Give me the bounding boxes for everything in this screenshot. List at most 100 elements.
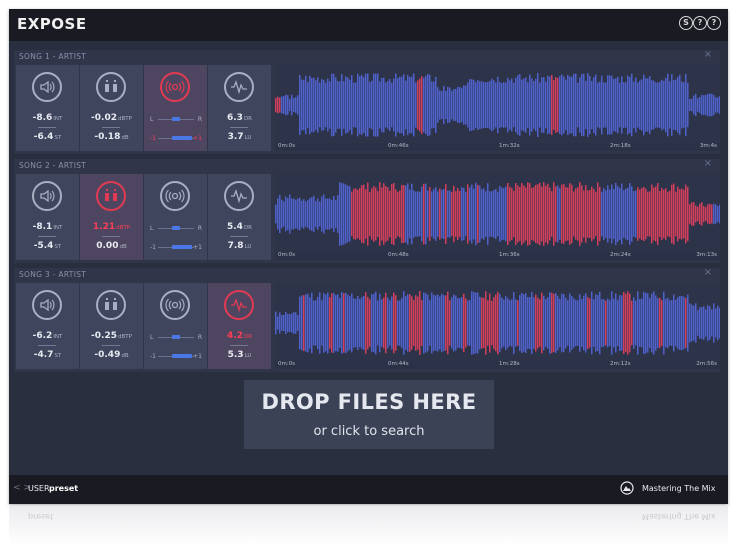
- divider: [230, 345, 248, 346]
- preset-user-label[interactable]: USER: [28, 484, 50, 493]
- loudness-panel[interactable]: -6.2INT -4.7ST: [16, 283, 79, 369]
- gain-value: -0.18dB: [94, 132, 129, 142]
- loudness-panel[interactable]: -8.6INT -6.4ST: [16, 65, 79, 151]
- dynamics-panel[interactable]: 6.3DR 3.7LU: [208, 65, 271, 151]
- timestamp: 0m:0s: [278, 252, 296, 258]
- divider: [230, 236, 248, 237]
- bottom-bar: < > USER preset Mastering The Mix: [9, 475, 728, 504]
- loudness-panel[interactable]: -8.1INT -5.4ST: [16, 174, 79, 260]
- stereo-panel[interactable]: L R -1 +1: [144, 65, 207, 151]
- true-peak-panel[interactable]: 1.21dBTP 0.00dB: [80, 174, 143, 260]
- divider: [102, 127, 120, 128]
- timestamp: 3m:13s: [696, 252, 717, 258]
- timestamp: 2m:24s: [610, 252, 631, 258]
- true-peak-panel[interactable]: -0.25dBTP -0.49dB: [80, 283, 143, 369]
- timestamp: 1m:36s: [499, 252, 520, 258]
- pause-icon: [96, 290, 126, 320]
- correlation-meter: -1 +1: [150, 135, 202, 142]
- correlation-meter: -1 +1: [150, 244, 202, 251]
- dynamics-panel[interactable]: 4.2DR 5.3LU: [208, 283, 271, 369]
- stereo-field-icon: [160, 72, 190, 102]
- waveform-icon: [224, 181, 254, 211]
- balance-meter: L R: [150, 334, 202, 341]
- song-title: SONG 2 - ARTIST: [19, 161, 87, 170]
- pause-icon: [96, 181, 126, 211]
- preset-name[interactable]: preset: [49, 484, 78, 493]
- tips-button[interactable]: ?: [693, 16, 707, 30]
- dynamic-range-value: 5.4DR: [226, 222, 252, 232]
- pause-icon: [96, 72, 126, 102]
- speaker-icon: [32, 290, 62, 320]
- song-title: SONG 1 - ARTIST: [19, 52, 87, 61]
- waveform-icon: [224, 72, 254, 102]
- timestamp: 1m:28s: [499, 361, 520, 367]
- dynamic-range-value: 4.2DR: [226, 331, 252, 341]
- gain-value: -0.49dB: [94, 350, 129, 360]
- close-icon[interactable]: ×: [704, 49, 712, 60]
- balance-meter: L R: [150, 116, 202, 123]
- divider: [102, 236, 120, 237]
- loudness-range-value: 3.7LU: [227, 132, 252, 142]
- timestamp: 0m:46s: [388, 143, 409, 149]
- balance-meter: L R: [150, 225, 202, 232]
- timestamp: 1m:32s: [499, 143, 520, 149]
- close-icon[interactable]: ×: [704, 158, 712, 169]
- timestamp: 2m:12s: [610, 361, 631, 367]
- integrated-loudness: -8.6INT: [32, 113, 63, 123]
- loudness-range-value: 5.3LU: [227, 350, 252, 360]
- correlation-meter: -1 +1: [150, 353, 202, 360]
- true-peak-value: 1.21dBTP: [92, 222, 131, 232]
- divider: [102, 345, 120, 346]
- song-panel-3: SONG 3 - ARTIST × -6.2INT -4.7ST -0.25dB…: [14, 267, 720, 372]
- true-peak-panel[interactable]: -0.02dBTP -0.18dB: [80, 65, 143, 151]
- integrated-loudness: -8.1INT: [32, 222, 63, 232]
- reflection-text: Mastering The Mix: [642, 512, 716, 521]
- close-icon[interactable]: ×: [704, 267, 712, 278]
- timestamp: 0m:48s: [388, 252, 409, 258]
- song-panel-1: SONG 1 - ARTIST × -8.6INT -6.4ST -0.02dB…: [14, 49, 720, 154]
- timestamp: 2m:18s: [610, 143, 631, 149]
- app-title: EXPOSE: [17, 15, 87, 33]
- stereo-field-icon: [160, 181, 190, 211]
- timestamp: 0m:0s: [278, 143, 296, 149]
- short-term-loudness: -4.7ST: [33, 350, 62, 360]
- gain-value: 0.00dB: [96, 241, 127, 251]
- true-peak-value: -0.25dBTP: [91, 331, 132, 341]
- drop-zone-subtitle: or click to search: [313, 424, 425, 439]
- app-window: EXPOSE S ? ? SONG 1 - ARTIST × -8.6INT -…: [9, 9, 728, 504]
- waveform-display[interactable]: 0m:0s 0m:48s 1m:36s 2m:24s 3m:13s: [275, 174, 720, 260]
- help-button[interactable]: ?: [707, 16, 721, 30]
- brand-logo-icon: [620, 481, 634, 495]
- drop-zone[interactable]: DROP FILES HERE or click to search: [244, 380, 494, 449]
- waveform-icon: [224, 290, 254, 320]
- divider: [230, 127, 248, 128]
- divider: [38, 345, 56, 346]
- timestamp: 2m:56s: [696, 361, 717, 367]
- divider: [38, 127, 56, 128]
- song-title: SONG 3 - ARTIST: [19, 270, 87, 279]
- true-peak-value: -0.02dBTP: [91, 113, 132, 123]
- brand-name: Mastering The Mix: [642, 484, 716, 493]
- stereo-panel[interactable]: L R -1 +1: [144, 174, 207, 260]
- settings-button[interactable]: S: [679, 16, 693, 30]
- loudness-range-value: 7.8LU: [227, 241, 252, 251]
- title-bar: EXPOSE S ? ?: [9, 9, 728, 41]
- short-term-loudness: -6.4ST: [33, 132, 62, 142]
- waveform-graphic: [275, 65, 720, 143]
- waveform-display[interactable]: 0m:0s 0m:46s 1m:32s 2m:18s 3m:4s: [275, 65, 720, 151]
- waveform-graphic: [275, 174, 720, 252]
- short-term-loudness: -5.4ST: [33, 241, 62, 251]
- drop-zone-title: DROP FILES HERE: [261, 390, 477, 414]
- stereo-field-icon: [160, 290, 190, 320]
- dynamics-panel[interactable]: 5.4DR 7.8LU: [208, 174, 271, 260]
- song-panel-2: SONG 2 - ARTIST × -8.1INT -5.4ST 1.21dBT…: [14, 158, 720, 263]
- waveform-display[interactable]: 0m:0s 0m:44s 1m:28s 2m:12s 2m:56s: [275, 283, 720, 369]
- timestamp: 0m:0s: [278, 361, 296, 367]
- stereo-panel[interactable]: L R -1 +1: [144, 283, 207, 369]
- window-reflection: preset Mastering The Mix: [9, 506, 728, 546]
- divider: [38, 236, 56, 237]
- speaker-icon: [32, 72, 62, 102]
- timestamp: 3m:4s: [699, 143, 717, 149]
- integrated-loudness: -6.2INT: [32, 331, 63, 341]
- reflection-text: preset: [28, 512, 54, 521]
